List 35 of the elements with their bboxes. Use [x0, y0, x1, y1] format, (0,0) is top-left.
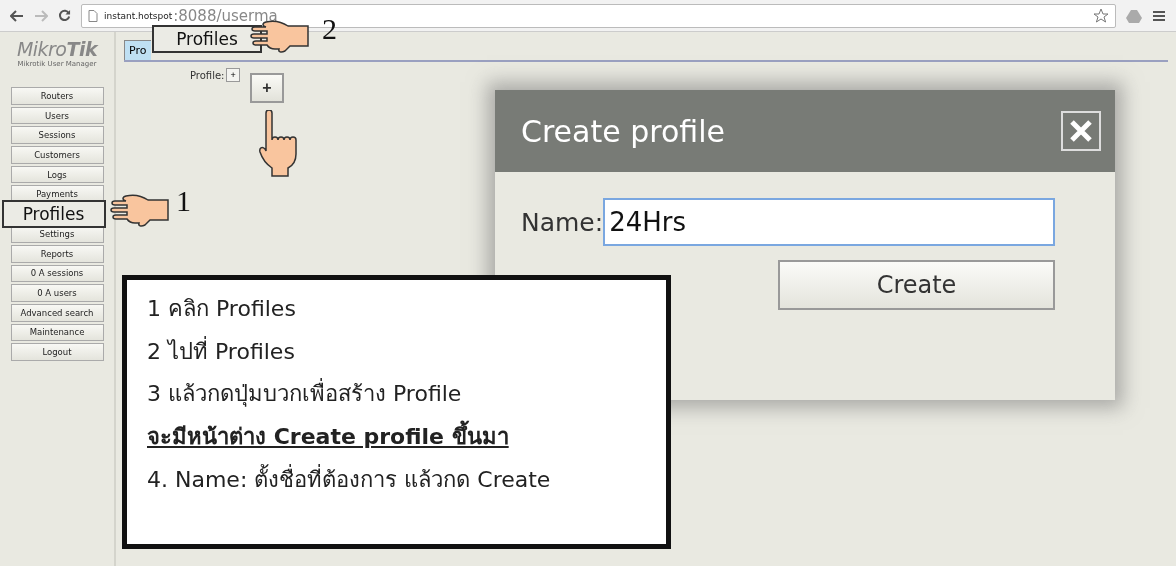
step-number: 1: [176, 184, 191, 218]
sidebar-item[interactable]: Routers: [10, 87, 104, 105]
callout-label: Profiles: [152, 25, 262, 53]
close-icon[interactable]: [1061, 111, 1101, 151]
sidebar-item[interactable]: Sessions: [10, 126, 104, 145]
callout-label: Profiles: [1, 200, 106, 229]
name-label: Name:: [521, 207, 604, 237]
logo: MikroTik: [16, 38, 98, 60]
tab[interactable]: Pro: [124, 40, 151, 60]
sidebar-item[interactable]: 0 A sessions: [10, 264, 104, 283]
instruction-text: 3 แล้วกดปุ่มบวกเพื่อสร้าง Profile: [147, 379, 646, 410]
pointing-hand-icon: [258, 110, 300, 178]
sidebar-item[interactable]: Maintenance: [10, 323, 104, 342]
sidebar-item[interactable]: Logs: [10, 165, 104, 184]
sidebar-item[interactable]: Reports: [10, 244, 104, 263]
sidebar-item[interactable]: Advanced search: [10, 303, 104, 322]
menu-icon[interactable]: [1152, 9, 1166, 22]
star-icon[interactable]: [1093, 7, 1109, 24]
instruction-text: 4. Name: ตั้งชื่อที่ต้องการ แล้วกด Create: [147, 464, 552, 494]
sidebar-item[interactable]: 0 A users: [10, 284, 104, 302]
reload-icon[interactable]: [58, 9, 71, 22]
create-button[interactable]: Create: [778, 260, 1055, 310]
page-icon: [88, 9, 98, 22]
dialog-title: Create profile: [521, 113, 726, 149]
profile-label: Profile:: [190, 69, 225, 81]
back-icon[interactable]: [10, 9, 24, 22]
add-button-callout[interactable]: +: [250, 73, 284, 103]
sidebar-item[interactable]: Users: [10, 106, 104, 125]
sidebar-item[interactable]: Logout: [10, 343, 104, 361]
name-input[interactable]: 24Hrs: [603, 198, 1055, 246]
instruction-text: 2 ไปที่ Profiles: [147, 336, 296, 366]
add-button[interactable]: +: [226, 68, 240, 82]
instruction-text: 1 คลิก Profiles: [147, 295, 297, 323]
sidebar-item[interactable]: Customers: [10, 146, 104, 164]
instruction-text: จะมีหน้าต่าง Create profile ขึ้นมา: [147, 422, 646, 452]
